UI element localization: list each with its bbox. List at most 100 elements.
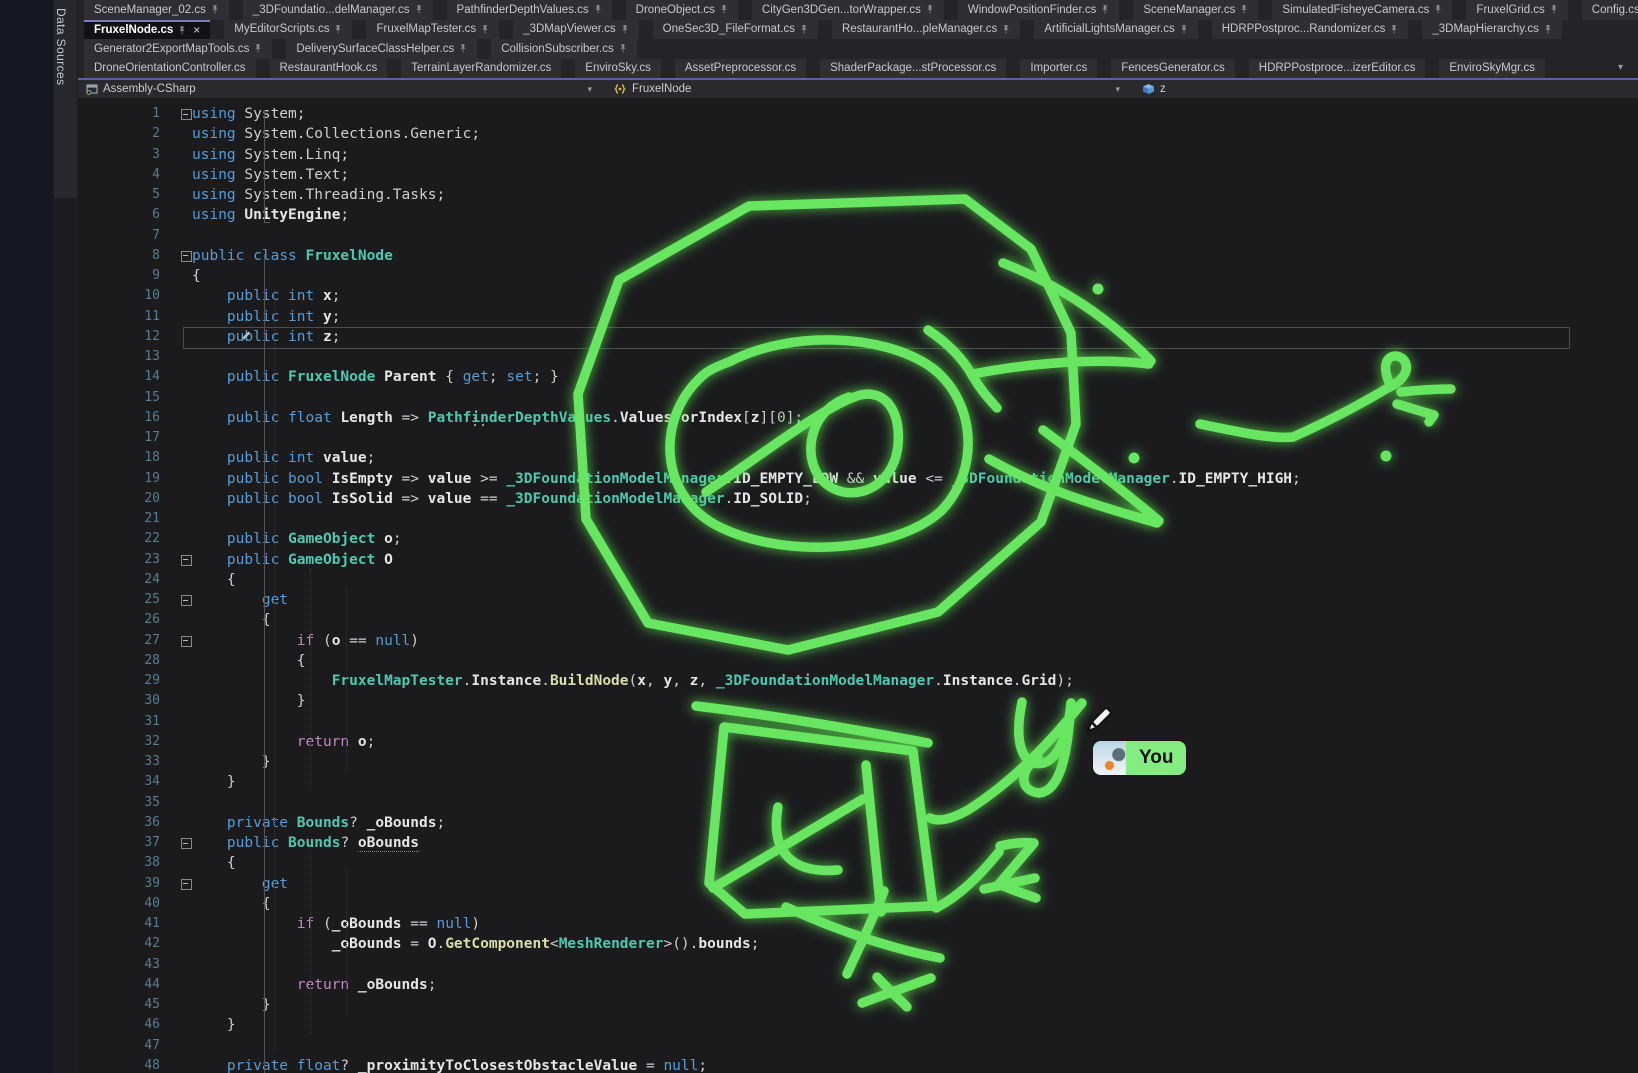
- fold-margin[interactable]: [160, 550, 192, 570]
- code-line[interactable]: 16 public float Length => PathfinderDept…: [78, 408, 1638, 428]
- code-line[interactable]: 33 }: [78, 752, 1638, 772]
- code-line[interactable]: 29 FruxelMapTester.Instance.BuildNode(x,…: [78, 671, 1638, 691]
- tab--3dmaphierarchy-cs[interactable]: _3DMapHierarchy.cs: [1422, 20, 1562, 40]
- code-line[interactable]: 6using UnityEngine;: [78, 205, 1638, 225]
- pin-icon[interactable]: [800, 24, 808, 35]
- code-line[interactable]: 21: [78, 509, 1638, 529]
- pin-icon[interactable]: [594, 4, 602, 15]
- tab--3dmapviewer-cs[interactable]: _3DMapViewer.cs: [513, 20, 638, 40]
- pin-icon[interactable]: [334, 24, 342, 35]
- breadcrumb-member-dropdown[interactable]: z: [1134, 80, 1638, 98]
- code-line[interactable]: 38 {: [78, 853, 1638, 873]
- tab-importer-cs[interactable]: Importer.cs: [1020, 59, 1097, 79]
- tab-hdrppostproc-randomizer-cs[interactable]: HDRPPostproc...Randomizer.cs: [1212, 20, 1409, 40]
- tab-fruxelgrid-cs[interactable]: FruxelGrid.cs: [1466, 0, 1567, 20]
- pin-icon[interactable]: [254, 43, 262, 54]
- code-line[interactable]: 48 private float? _proximityToClosestObs…: [78, 1056, 1638, 1073]
- pin-icon[interactable]: [481, 24, 489, 35]
- tab-droneobject-cs[interactable]: DroneObject.cs: [626, 0, 738, 20]
- pin-icon[interactable]: [1544, 24, 1552, 35]
- tab-droneorientationcontroller-cs[interactable]: DroneOrientationController.cs: [84, 59, 256, 79]
- code-line[interactable]: 17: [78, 428, 1638, 448]
- tab-artificiallightsmanager-cs[interactable]: ArtificialLightsManager.cs: [1034, 20, 1197, 40]
- code-line[interactable]: 13: [78, 347, 1638, 367]
- code-line[interactable]: 45 }: [78, 995, 1638, 1015]
- code-line[interactable]: 14 public FruxelNode Parent { get; set; …: [78, 367, 1638, 387]
- fold-margin[interactable]: [160, 590, 192, 610]
- close-icon[interactable]: ×: [193, 23, 200, 37]
- tab-myeditorscripts-cs[interactable]: MyEditorScripts.cs: [224, 20, 352, 40]
- tab-shaderpackage-stprocessor-cs[interactable]: ShaderPackage...stProcessor.cs: [820, 59, 1006, 79]
- code-line[interactable]: 18 public int value;: [78, 448, 1638, 468]
- code-line[interactable]: 10 public int x;: [78, 286, 1638, 306]
- code-line[interactable]: 2using System.Collections.Generic;: [78, 124, 1638, 144]
- tab-deliverysurfaceclasshelper-cs[interactable]: DeliverySurfaceClassHelper.cs: [286, 39, 477, 59]
- code-line[interactable]: 23 public GameObject O: [78, 550, 1638, 570]
- code-line[interactable]: 36 private Bounds? _oBounds;: [78, 813, 1638, 833]
- code-line[interactable]: 43: [78, 955, 1638, 975]
- fold-margin[interactable]: [160, 104, 192, 124]
- code-line[interactable]: 44 return _oBounds;: [78, 975, 1638, 995]
- tab-windowpositionfinder-cs[interactable]: WindowPositionFinder.cs: [958, 0, 1119, 20]
- tab-fruxelnode-cs[interactable]: FruxelNode.cs×: [84, 20, 210, 40]
- code-line[interactable]: 5using System.Threading.Tasks;: [78, 185, 1638, 205]
- fold-margin[interactable]: [160, 833, 192, 853]
- tab-config-cs[interactable]: Config.cs: [1582, 0, 1638, 20]
- breadcrumb-project-dropdown[interactable]: Assembly-CSharp ▾: [78, 80, 606, 98]
- code-editor[interactable]: 1using System;2using System.Collections.…: [78, 98, 1638, 1073]
- pin-icon[interactable]: [1180, 24, 1188, 35]
- tab-scenemanager-cs[interactable]: SceneManager.cs: [1133, 0, 1258, 20]
- code-line[interactable]: 11 public int y;: [78, 307, 1638, 327]
- code-line[interactable]: 25 get: [78, 590, 1638, 610]
- code-line[interactable]: 46 }: [78, 1015, 1638, 1035]
- tab-fencesgenerator-cs[interactable]: FencesGenerator.cs: [1111, 59, 1235, 79]
- code-line[interactable]: 24 {: [78, 570, 1638, 590]
- code-line[interactable]: 40 {: [78, 894, 1638, 914]
- code-line[interactable]: 41 if (_oBounds == null): [78, 914, 1638, 934]
- tab-generator2exportmaptools-cs[interactable]: Generator2ExportMapTools.cs: [84, 39, 272, 59]
- tab-restaurantho-plemanager-cs[interactable]: RestaurantHo...pleManager.cs: [832, 20, 1020, 40]
- fold-collapse-icon[interactable]: [181, 838, 192, 849]
- pin-icon[interactable]: [1101, 4, 1109, 15]
- code-line[interactable]: 37 public Bounds? oBounds: [78, 833, 1638, 853]
- fold-margin[interactable]: [160, 874, 192, 894]
- tab-onesec3d-fileformat-cs[interactable]: OneSec3D_FileFormat.cs: [653, 20, 818, 40]
- code-line[interactable]: 9{: [78, 266, 1638, 286]
- code-line[interactable]: 28 {: [78, 651, 1638, 671]
- tab-collisionsubscriber-cs[interactable]: CollisionSubscriber.cs: [491, 39, 637, 59]
- pin-icon[interactable]: [415, 4, 423, 15]
- code-line[interactable]: 3using System.Linq;: [78, 145, 1638, 165]
- fold-collapse-icon[interactable]: [181, 251, 192, 262]
- pin-icon[interactable]: [619, 43, 627, 54]
- code-line[interactable]: 31: [78, 712, 1638, 732]
- code-line[interactable]: 27 if (o == null): [78, 631, 1638, 651]
- tab-fruxelmaptester-cs[interactable]: FruxelMapTester.cs: [366, 20, 499, 40]
- code-line[interactable]: 1using System;: [78, 104, 1638, 124]
- tab-overflow-icon[interactable]: ▾: [1618, 62, 1623, 73]
- tab-pathfinderdepthvalues-cs[interactable]: PathfinderDepthValues.cs: [447, 0, 612, 20]
- pin-icon[interactable]: [926, 4, 934, 15]
- fold-margin[interactable]: [160, 246, 192, 266]
- tab-assetpreprocessor-cs[interactable]: AssetPreprocessor.cs: [675, 59, 806, 79]
- code-line[interactable]: 35: [78, 793, 1638, 813]
- code-line[interactable]: 7: [78, 226, 1638, 246]
- tab--3dfoundatio-delmanager-cs[interactable]: _3DFoundatio...delManager.cs: [243, 0, 433, 20]
- breadcrumb-type-dropdown[interactable]: FruxelNode ▾: [606, 80, 1134, 98]
- pin-icon[interactable]: [1002, 24, 1010, 35]
- pin-icon[interactable]: [459, 43, 467, 54]
- code-line[interactable]: 4using System.Text;: [78, 165, 1638, 185]
- tab-envirosky-cs[interactable]: EnviroSky.cs: [575, 59, 661, 79]
- fold-collapse-icon[interactable]: [181, 636, 192, 647]
- pin-icon[interactable]: [178, 25, 186, 36]
- pin-icon[interactable]: [1550, 4, 1558, 15]
- code-line[interactable]: 34 }: [78, 772, 1638, 792]
- code-line[interactable]: 42 _oBounds = O.GetComponent<MeshRendere…: [78, 934, 1638, 954]
- code-line[interactable]: 8public class FruxelNode: [78, 246, 1638, 266]
- pin-icon[interactable]: [1434, 4, 1442, 15]
- tab-simulatedfisheyecamera-cs[interactable]: SimulatedFisheyeCamera.cs: [1272, 0, 1452, 20]
- tab-citygen3dgen-torwrapper-cs[interactable]: CityGen3DGen...torWrapper.cs: [752, 0, 944, 20]
- tab-terrainlayerrandomizer-cs[interactable]: TerrainLayerRandomizer.cs: [401, 59, 561, 79]
- code-line[interactable]: 47: [78, 1036, 1638, 1056]
- fold-margin[interactable]: [160, 631, 192, 651]
- tab-restauranthook-cs[interactable]: RestaurantHook.cs: [270, 59, 388, 79]
